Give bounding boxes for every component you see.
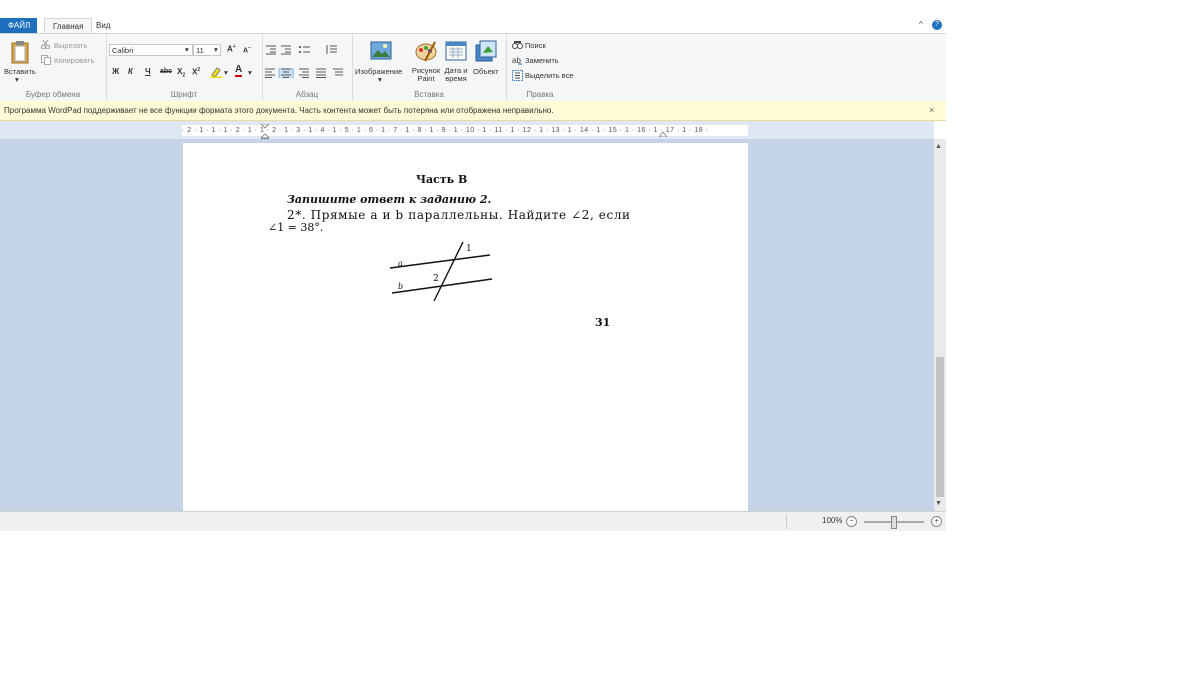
insert-group-label: Вставка: [414, 90, 444, 99]
paragraph-settings-icon: [333, 68, 343, 76]
font-size-dropdown-icon[interactable]: ▾: [214, 45, 218, 54]
editing-group-label: Правка: [526, 90, 554, 99]
label-a: a: [398, 259, 403, 268]
group-insert: Изображение ▾ Рисунок Paint Дата и время: [352, 34, 507, 101]
group-font: Calibri ▾ 11 ▾ A+ A− Ж К Ч abc X2 X2 ▾ A…: [106, 34, 263, 101]
info-bar-message: Программа WordPad поддерживает не все фу…: [4, 106, 554, 115]
paragraph-top-row: [266, 45, 337, 55]
font-group-label: Шрифт: [170, 90, 198, 99]
replace-icon: ab: [512, 56, 522, 65]
font-family-dropdown-icon[interactable]: ▾: [185, 45, 189, 54]
paste-button[interactable]: Вставить: [4, 67, 36, 76]
scroll-up-icon[interactable]: ▲: [935, 143, 942, 150]
line-a: [389, 254, 491, 269]
picture-icon[interactable]: [370, 41, 392, 61]
right-indent-marker-icon[interactable]: [659, 129, 667, 137]
scroll-thumb[interactable]: [936, 357, 944, 497]
select-all-icon: [512, 70, 523, 81]
insert-object-button[interactable]: Объект: [473, 67, 499, 76]
compatibility-info-bar: Программа WordPad поддерживает не все фу…: [0, 101, 946, 121]
strikethrough-button[interactable]: abc: [160, 68, 172, 75]
insert-object-icon[interactable]: [475, 40, 497, 62]
superscript-icon[interactable]: X2: [192, 67, 200, 77]
status-divider: [786, 514, 787, 529]
paint-drawing-button[interactable]: Рисунок Paint: [411, 67, 441, 83]
shrink-font-icon[interactable]: A−: [243, 45, 251, 54]
tab-home[interactable]: Главная: [44, 18, 93, 33]
status-bar: 100% − +: [0, 511, 946, 531]
grow-font-icon[interactable]: A+: [227, 44, 236, 54]
zoom-level: 100%: [822, 516, 843, 525]
alignment-row: [265, 68, 343, 78]
zoom-in-button[interactable]: +: [931, 516, 942, 527]
doc-task-line2: ∠1 = 38°.: [268, 221, 324, 234]
tab-file[interactable]: ФАЙЛ: [0, 18, 37, 33]
minimize-ribbon-icon[interactable]: ^: [919, 20, 923, 29]
clipboard-group-label: Буфер обмена: [25, 90, 81, 99]
subscript-icon[interactable]: X2: [177, 67, 185, 79]
select-all-button[interactable]: Выделить все: [525, 71, 574, 80]
group-clipboard: Вставить ▾ Вырезать Копировать Буфер обм…: [0, 34, 107, 101]
label-angle-2: 2: [433, 274, 439, 284]
scissors-icon: [41, 40, 50, 49]
decrease-indent-icon: [266, 45, 276, 55]
highlight-dropdown-icon[interactable]: ▾: [224, 68, 228, 77]
date-time-button[interactable]: Дата и время: [441, 67, 471, 83]
align-left-icon: [265, 68, 275, 78]
font-color-icon[interactable]: A: [235, 65, 243, 77]
paint-icon[interactable]: [415, 40, 437, 62]
close-info-bar-icon[interactable]: ×: [929, 101, 934, 120]
copy-button[interactable]: Копировать: [54, 56, 94, 65]
doc-heading: Часть В: [416, 173, 468, 186]
ribbon: Вставить ▾ Вырезать Копировать Буфер обм…: [0, 33, 946, 102]
replace-button[interactable]: Заменить: [525, 56, 559, 65]
group-paragraph: Абзац: [262, 34, 353, 101]
label-angle-1: 1: [466, 244, 472, 254]
tab-view[interactable]: Вид: [88, 18, 118, 33]
paste-icon[interactable]: [10, 40, 30, 64]
transversal-line: [433, 241, 464, 302]
font-color-dropdown-icon[interactable]: ▾: [248, 68, 252, 77]
doc-task-line1: 2*. Прямые a и b параллельны. Найдите ∠2…: [287, 208, 631, 222]
highlight-icon[interactable]: [210, 66, 222, 78]
date-time-icon[interactable]: [445, 41, 467, 61]
find-button[interactable]: Поиск: [525, 41, 546, 50]
increase-indent-icon: [281, 45, 291, 55]
paste-dropdown-icon[interactable]: ▾: [15, 75, 19, 84]
line-spacing-icon: [326, 45, 337, 54]
scroll-down-icon[interactable]: ▼: [935, 500, 942, 507]
help-icon[interactable]: ?: [932, 20, 942, 30]
wordpad-window: ФАЙЛ Главная Вид ^ ? Вставить ▾ Вырезать…: [0, 0, 946, 531]
underline-button[interactable]: Ч: [145, 67, 151, 76]
justify-icon: [316, 68, 326, 78]
copy-icon: [41, 55, 51, 65]
picture-dropdown-icon[interactable]: ▾: [378, 75, 382, 84]
zoom-out-button[interactable]: −: [846, 516, 857, 527]
cut-button[interactable]: Вырезать: [54, 41, 87, 50]
align-right-icon: [299, 68, 309, 78]
bold-button[interactable]: Ж: [112, 67, 119, 76]
italic-button[interactable]: К: [128, 67, 133, 76]
parallel-lines-diagram: a b 1 2: [389, 241, 493, 302]
paragraph-group-label: Абзац: [295, 90, 319, 99]
bullets-icon: [299, 46, 310, 53]
document-page[interactable]: Часть В Запишите ответ к заданию 2. 2*. …: [183, 143, 748, 511]
font-family-select[interactable]: Calibri: [109, 44, 193, 56]
doc-instruction: Запишите ответ к заданию 2.: [287, 193, 492, 206]
label-b: b: [398, 282, 403, 291]
zoom-slider-thumb[interactable]: [891, 516, 897, 529]
ribbon-tabs: ФАЙЛ Главная Вид: [0, 18, 946, 33]
find-icon: [512, 41, 523, 49]
group-editing: Поиск ab Заменить Выделить все Правка: [506, 34, 582, 101]
page-number: 31: [595, 316, 611, 329]
